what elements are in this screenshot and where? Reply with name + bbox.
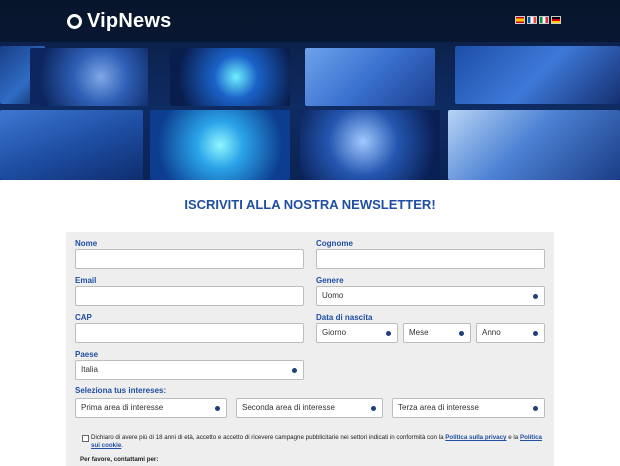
email-input[interactable] [75, 286, 304, 306]
cognome-label: Cognome [316, 239, 353, 248]
privacy-policy-link[interactable]: Politica sulla privacy [445, 434, 506, 441]
contact-label: Per favore, contattami per: [80, 456, 159, 463]
mese-select[interactable]: Mese [403, 323, 471, 343]
dropdown-arrow-icon [386, 331, 391, 336]
cap-input[interactable] [75, 323, 304, 343]
banner-image-tile [170, 48, 290, 106]
cap-label: CAP [75, 313, 92, 322]
banner-image-tile [300, 110, 440, 180]
dropdown-arrow-icon [533, 331, 538, 336]
paese-value: Italia [81, 365, 98, 374]
banner-image-tile [150, 110, 290, 180]
banner-image-tile [455, 46, 620, 104]
anno-select[interactable]: Anno [476, 323, 545, 343]
dropdown-arrow-icon [533, 406, 538, 411]
paese-select[interactable]: Italia [75, 360, 304, 380]
banner-image-tile [305, 48, 435, 106]
giorno-select[interactable]: Giorno [316, 323, 398, 343]
nome-label: Nome [75, 239, 98, 248]
interesse3-value: Terza area di interesse [398, 403, 479, 412]
hero-banner: VipNews [0, 0, 620, 180]
dropdown-arrow-icon [292, 368, 297, 373]
flag-es-icon[interactable] [515, 16, 525, 24]
logo-text: VipNews [87, 10, 172, 32]
dropdown-arrow-icon [371, 406, 376, 411]
interesse2-select[interactable]: Seconda area di interesse [236, 398, 383, 418]
banner-image-tile [30, 48, 148, 106]
dropdown-arrow-icon [459, 331, 464, 336]
genere-label: Genere [316, 276, 344, 285]
paese-label: Paese [75, 350, 99, 359]
dropdown-arrow-icon [215, 406, 220, 411]
genere-select[interactable]: Uomo [316, 286, 545, 306]
flag-it-icon[interactable] [539, 16, 549, 24]
language-selector [515, 16, 561, 24]
interessi-label: Seleziona tus intereses: [75, 386, 167, 395]
nascita-label: Data di nascita [316, 313, 373, 322]
logo[interactable]: VipNews [67, 10, 171, 33]
interesse1-select[interactable]: Prima area di interesse [75, 398, 227, 418]
genere-value: Uomo [322, 291, 344, 300]
consent-and: e la [508, 434, 519, 441]
consent-end: . [121, 442, 123, 449]
nome-input[interactable] [75, 249, 304, 269]
logo-circle-icon [67, 14, 82, 29]
consent-checkbox[interactable] [82, 435, 89, 442]
flag-fr-icon[interactable] [527, 16, 537, 24]
banner-image-tile [0, 110, 143, 180]
page-title: ISCRIVITI ALLA NOSTRA NEWSLETTER! [184, 197, 436, 212]
consent-text: Dichiaro di avere più di 18 anni di età,… [91, 434, 546, 450]
banner-image-tile [448, 110, 620, 180]
flag-de-icon[interactable] [551, 16, 561, 24]
interesse2-value: Seconda area di interesse [242, 403, 335, 412]
cognome-input[interactable] [316, 249, 545, 269]
interesse1-value: Prima area di interesse [81, 403, 164, 412]
interesse3-select[interactable]: Terza area di interesse [392, 398, 545, 418]
email-label: Email [75, 276, 97, 285]
dropdown-arrow-icon [533, 294, 538, 299]
mese-value: Mese [409, 328, 429, 337]
consent-body: Dichiaro di avere più di 18 anni di età,… [91, 434, 444, 441]
giorno-value: Giorno [322, 328, 347, 337]
anno-value: Anno [482, 328, 501, 337]
